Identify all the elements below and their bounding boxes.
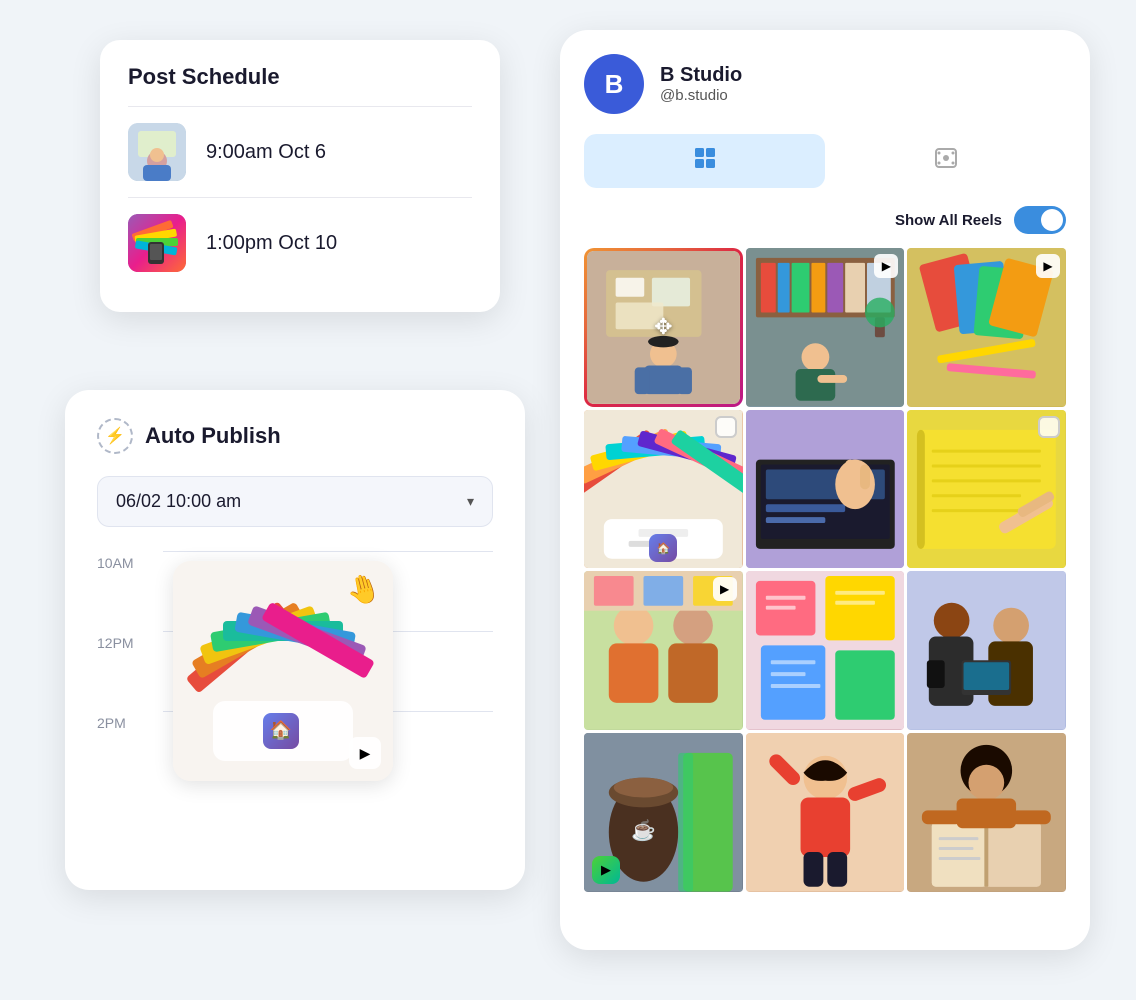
time-label-2pm: 2PM xyxy=(97,711,147,791)
cell-bg-10: ☕ ▶ xyxy=(584,733,743,892)
grid-cell-3[interactable]: ▶ xyxy=(907,248,1066,407)
cell-bg-3: ▶ xyxy=(907,248,1066,407)
avatar-letter: B xyxy=(605,69,624,100)
toggle-knob xyxy=(1041,209,1063,231)
schedule-thumb-1 xyxy=(128,123,186,181)
bstudio-avatar: B xyxy=(584,54,644,114)
cell-bg-5 xyxy=(746,410,905,569)
grid-cell-10[interactable]: ☕ ▶ xyxy=(584,733,743,892)
cell-bg-7: ▶ xyxy=(584,571,743,730)
bstudio-name: B Studio xyxy=(660,64,742,87)
grid-cell-5[interactable] xyxy=(746,410,905,569)
timeline-lines: 🏠 🤚 ▶ xyxy=(163,551,493,791)
auto-publish-title: Auto Publish xyxy=(145,423,281,449)
grid-cell-12[interactable] xyxy=(907,733,1066,892)
select-badge-4 xyxy=(715,416,737,438)
app-badge-4: 🏠 xyxy=(649,534,677,562)
lightning-icon: ⚡ xyxy=(97,418,133,454)
chevron-down-icon: ▾ xyxy=(467,493,474,510)
cell-bg-4: 🏠 xyxy=(584,410,743,569)
grid-cell-4[interactable]: 🏠 xyxy=(584,410,743,569)
auto-publish-header: ⚡ Auto Publish xyxy=(97,418,493,454)
tab-grid[interactable] xyxy=(584,134,825,188)
green-badge-10: ▶ xyxy=(592,856,620,884)
bstudio-handle: @b.studio xyxy=(660,87,742,104)
cell-bg-9 xyxy=(907,571,1066,730)
bstudio-header: B B Studio @b.studio xyxy=(584,54,1066,114)
photo-grid: ✥ xyxy=(584,248,1066,892)
schedule-time-1: 9:00am Oct 6 xyxy=(206,141,326,164)
time-label-10am: 10AM xyxy=(97,551,147,631)
timeline-area: 10AM 12PM 2PM xyxy=(97,551,493,791)
grid-icon xyxy=(693,146,717,176)
cell-bg-8 xyxy=(746,571,905,730)
reel-badge-2: ▶ xyxy=(874,254,898,278)
schedule-item-1: 9:00am Oct 6 xyxy=(128,107,472,198)
post-schedule-title: Post Schedule xyxy=(128,64,472,90)
reels-row: Show All Reels xyxy=(584,206,1066,234)
select-badge-6 xyxy=(1038,416,1060,438)
schedule-item-2: 1:00pm Oct 10 xyxy=(128,198,472,288)
tabs-row xyxy=(584,134,1066,188)
timeline-image-card[interactable]: 🏠 🤚 ▶ xyxy=(173,561,393,781)
grid-cell-featured[interactable]: ✥ xyxy=(584,248,743,407)
time-label-12pm: 12PM xyxy=(97,631,147,711)
bstudio-info: B Studio @b.studio xyxy=(660,64,742,104)
auto-publish-card: ⚡ Auto Publish 06/02 10:00 am ▾ 10AM 12P… xyxy=(65,390,525,890)
grid-cell-2[interactable]: ▶ xyxy=(746,248,905,407)
move-icon: ✥ xyxy=(654,314,672,340)
grid-cell-11[interactable] xyxy=(746,733,905,892)
cell-bg-6 xyxy=(907,410,1066,569)
schedule-thumb-2 xyxy=(128,214,186,272)
cell-bg-12 xyxy=(907,733,1066,892)
grid-cell-7[interactable]: ▶ xyxy=(584,571,743,730)
reels-label: Show All Reels xyxy=(895,212,1002,229)
cell-bg-1: ✥ xyxy=(587,251,740,404)
grid-cell-6[interactable] xyxy=(907,410,1066,569)
svg-text:🏠: 🏠 xyxy=(270,720,292,740)
colorful-fans-bg: 🏠 🤚 ▶ xyxy=(173,561,393,781)
cell-bg-11 xyxy=(746,733,905,892)
svg-text:☕: ☕ xyxy=(631,818,656,842)
grid-cell-8[interactable] xyxy=(746,571,905,730)
reel-badge-3: ▶ xyxy=(1036,254,1060,278)
grid-cell-9[interactable] xyxy=(907,571,1066,730)
date-dropdown[interactable]: 06/02 10:00 am ▾ xyxy=(97,476,493,527)
tab-reels[interactable] xyxy=(825,134,1066,188)
cell-bg-2: ▶ xyxy=(746,248,905,407)
time-labels: 10AM 12PM 2PM xyxy=(97,551,147,791)
bstudio-card: B B Studio @b.studio xyxy=(560,30,1090,950)
toggle-reels[interactable] xyxy=(1014,206,1066,234)
play-badge: ▶ xyxy=(349,737,381,769)
reels-tab-icon xyxy=(934,146,958,176)
reel-badge-7: ▶ xyxy=(713,577,737,601)
post-schedule-card: Post Schedule 9:00am Oct 6 xyxy=(100,40,500,312)
schedule-time-2: 1:00pm Oct 10 xyxy=(206,232,337,255)
date-value: 06/02 10:00 am xyxy=(116,491,241,512)
